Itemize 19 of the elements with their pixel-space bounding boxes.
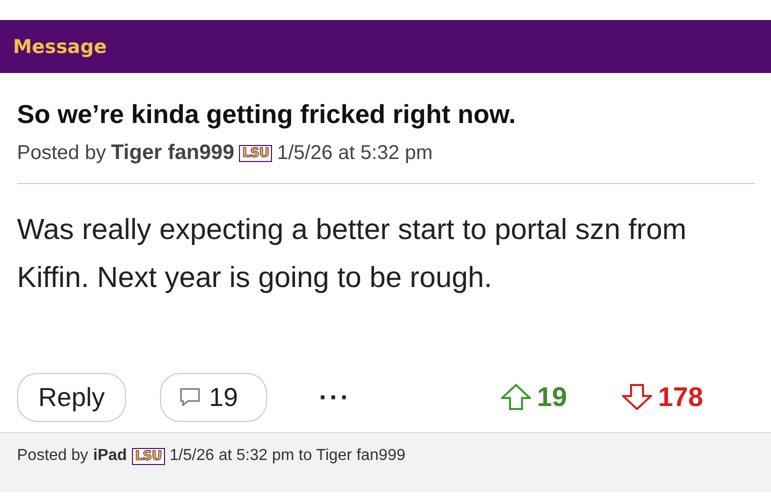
team-badge: LSU xyxy=(132,448,165,464)
posted-by-label: Posted by xyxy=(17,142,106,164)
up-arrow-icon xyxy=(500,384,531,410)
header-title: Message xyxy=(13,36,107,58)
more-options[interactable]: ··· xyxy=(319,382,351,412)
post-title: So we’re kinda getting fricked right now. xyxy=(17,99,517,130)
upvote-button[interactable]: 19 xyxy=(500,382,568,412)
author-link[interactable]: iPad xyxy=(93,447,127,465)
speech-bubble-icon xyxy=(179,386,201,408)
reply-button[interactable]: Reply xyxy=(17,372,126,422)
posted-by-label: Posted by xyxy=(17,447,88,465)
team-badge: LSU xyxy=(239,144,272,162)
downvote-button[interactable]: 178 xyxy=(622,382,704,412)
post-body: Was really expecting a better start to portal szn from Kiffin. Next year is going to be rough. xyxy=(17,213,688,296)
down-arrow-icon xyxy=(622,384,652,410)
post-timestamp: 1/5/26 at 5:32 pm xyxy=(277,142,433,164)
author-link[interactable]: Tiger fan999 xyxy=(110,141,234,165)
comments-button[interactable]: 19 xyxy=(160,372,267,422)
reply-meta: 1/5/26 at 5:32 pm to Tiger fan999 xyxy=(170,447,406,465)
